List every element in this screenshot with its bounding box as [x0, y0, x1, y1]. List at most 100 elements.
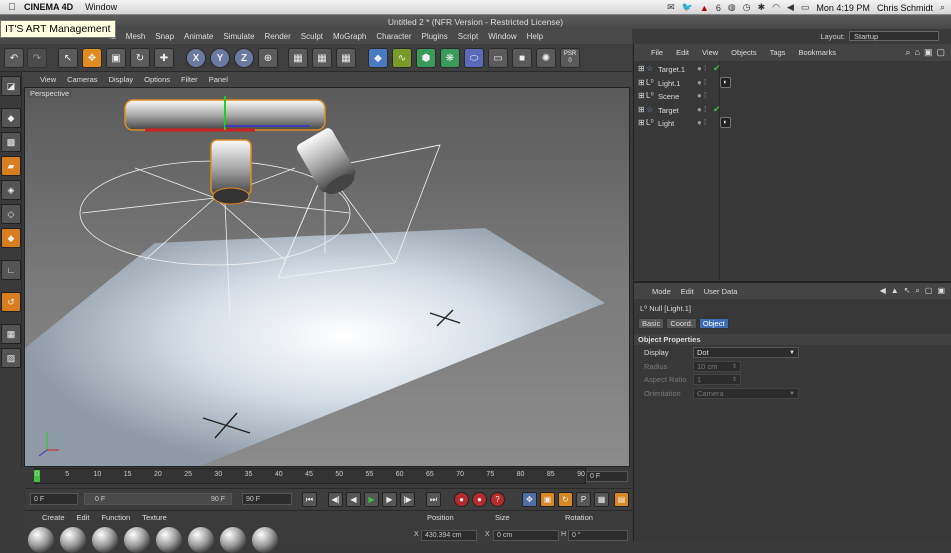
- target-tag-icon[interactable]: ◐: [720, 76, 731, 88]
- am-menu-edit[interactable]: Edit: [681, 287, 694, 296]
- start-frame-field[interactable]: 0 F: [30, 493, 78, 505]
- viewport-menu-filter[interactable]: Filter: [181, 75, 198, 84]
- menu-item-plugins[interactable]: Plugins: [421, 32, 447, 41]
- object-row[interactable]: ⊞ L⁰ Light.1 ● ⁞ ◐: [634, 76, 951, 90]
- adobe-icon[interactable]: ▲: [700, 3, 709, 13]
- timeline-icon[interactable]: ▤: [614, 492, 629, 507]
- camera-icon[interactable]: ■: [512, 48, 532, 68]
- go-to-start-icon[interactable]: ⏮: [302, 492, 317, 507]
- property-number-field[interactable]: 1 ⇕: [693, 374, 741, 385]
- viewport-menu-view[interactable]: View: [40, 75, 56, 84]
- expand-icon[interactable]: ⊞: [638, 64, 645, 73]
- visibility-dots-icon[interactable]: ● ⁞: [697, 118, 706, 127]
- menu-item-simulate[interactable]: Simulate: [223, 32, 254, 41]
- object-row[interactable]: ⊞ ☆ Target ● ⁞ ✔: [634, 104, 951, 117]
- material-menu-function[interactable]: Function: [101, 513, 130, 522]
- floor-icon[interactable]: ▭: [488, 48, 508, 68]
- menu-item-mograph[interactable]: MoGraph: [333, 32, 366, 41]
- x-position-field[interactable]: 430.394 cm: [421, 530, 477, 541]
- property-number-field[interactable]: 10 cm ⇕: [693, 360, 741, 372]
- render-view-icon[interactable]: ▦: [288, 48, 308, 68]
- spotlight-icon[interactable]: ⌕: [940, 2, 945, 13]
- viewport-menu-cameras[interactable]: Cameras: [67, 75, 97, 84]
- axis-mode-icon[interactable]: ∟: [1, 260, 21, 280]
- dropdown-arrow-icon[interactable]: ▼: [789, 348, 795, 358]
- workplane-mode-icon[interactable]: ▰: [1, 156, 21, 176]
- record-icon[interactable]: ●: [454, 492, 469, 507]
- object-name[interactable]: Target.1: [658, 65, 685, 74]
- spline-icon[interactable]: ∿: [392, 48, 412, 68]
- redo-icon[interactable]: ↷: [27, 48, 47, 68]
- app-menu[interactable]: CINEMA 4D: [24, 2, 73, 12]
- menu-item-mesh[interactable]: Mesh: [126, 32, 146, 41]
- enable-snap-icon[interactable]: ▦: [1, 324, 21, 344]
- tab-coord[interactable]: Coord.: [666, 318, 697, 329]
- material-swatch[interactable]: [60, 527, 86, 553]
- enabled-check-icon[interactable]: ✔: [713, 63, 721, 74]
- rotation-key-icon[interactable]: ↻: [558, 492, 573, 507]
- lock-icon[interactable]: ▢: [925, 286, 933, 296]
- om-menu-bookmarks[interactable]: Bookmarks: [798, 48, 836, 57]
- material-swatch[interactable]: [124, 527, 150, 553]
- menu-item-snap[interactable]: Snap: [155, 32, 174, 41]
- visibility-dots-icon[interactable]: ● ⁞: [697, 78, 706, 87]
- search-icon[interactable]: ⌕: [905, 47, 910, 58]
- menu-item-window[interactable]: Window: [488, 32, 516, 41]
- property-dropdown[interactable]: Camera ▼: [693, 387, 799, 399]
- twitter-icon[interactable]: 🐦: [682, 2, 693, 13]
- om-menu-tags[interactable]: Tags: [770, 48, 786, 57]
- material-swatch[interactable]: [220, 527, 246, 553]
- next-frame-icon[interactable]: ▶: [382, 492, 397, 507]
- lock-icon[interactable]: ▢: [936, 47, 945, 58]
- home-icon[interactable]: ⌂: [915, 47, 920, 58]
- om-menu-objects[interactable]: Objects: [731, 48, 756, 57]
- object-row[interactable]: ⊞ L⁰ Light ● ⁞ ◐: [634, 117, 951, 130]
- bluetooth-icon[interactable]: ✱: [758, 2, 766, 13]
- stepper-icon[interactable]: ⇕: [732, 362, 737, 372]
- texture-mode-icon[interactable]: ▩: [1, 132, 21, 152]
- move-icon[interactable]: ✥: [82, 48, 102, 68]
- coordinate-system-icon[interactable]: ⊕: [258, 48, 278, 68]
- render-settings-icon[interactable]: ▦: [336, 48, 356, 68]
- am-menu-userdata[interactable]: User Data: [704, 287, 738, 296]
- volume-icon[interactable]: ◀: [787, 2, 794, 13]
- light-bulb-icon[interactable]: ✺: [536, 48, 556, 68]
- live-select-icon[interactable]: ↖: [58, 48, 78, 68]
- cloner-icon[interactable]: ❋: [440, 48, 460, 68]
- material-menu-create[interactable]: Create: [42, 513, 65, 522]
- edges-mode-icon[interactable]: ◇: [1, 204, 21, 224]
- material-menu-texture[interactable]: Texture: [142, 513, 167, 522]
- visibility-dots-icon[interactable]: ● ⁞: [697, 105, 706, 114]
- viewport-menu-options[interactable]: Options: [144, 75, 170, 84]
- expand-icon[interactable]: ⊞: [638, 105, 645, 114]
- time-machine-icon[interactable]: ◷: [743, 2, 751, 13]
- viewport-menu-panel[interactable]: Panel: [209, 75, 228, 84]
- tweak-mode-icon[interactable]: ↺: [1, 292, 21, 312]
- om-menu-view[interactable]: View: [702, 48, 718, 57]
- tab-object[interactable]: Object: [698, 318, 729, 329]
- back-icon[interactable]: ◀: [880, 286, 886, 296]
- material-menu-edit[interactable]: Edit: [77, 513, 90, 522]
- expand-icon[interactable]: ⊞: [638, 118, 645, 127]
- object-name[interactable]: Scene: [658, 92, 679, 101]
- om-menu-edit[interactable]: Edit: [676, 48, 689, 57]
- current-frame-field[interactable]: 0 F: [586, 471, 628, 482]
- up-icon[interactable]: ▲: [891, 286, 899, 296]
- tab-basic[interactable]: Basic: [638, 318, 665, 329]
- y-axis-lock-button[interactable]: Y: [210, 48, 230, 68]
- autokey-icon[interactable]: ●: [472, 492, 487, 507]
- model-mode-icon[interactable]: ◆: [1, 108, 21, 128]
- viewport-menu-display[interactable]: Display: [109, 75, 134, 84]
- globe-icon[interactable]: ◍: [728, 2, 736, 13]
- workplane-icon[interactable]: ▨: [1, 348, 21, 368]
- polygons-mode-icon[interactable]: ◆: [1, 228, 21, 248]
- scale-key-icon[interactable]: ▣: [540, 492, 555, 507]
- object-name[interactable]: Target: [658, 106, 679, 115]
- object-name[interactable]: Light.1: [658, 79, 681, 88]
- rotate-icon[interactable]: ↻: [130, 48, 150, 68]
- keyframe-selection-icon[interactable]: ?: [490, 492, 505, 507]
- material-swatch[interactable]: [92, 527, 118, 553]
- position-key-icon[interactable]: ✥: [522, 492, 537, 507]
- menu-item-help[interactable]: Help: [527, 32, 543, 41]
- go-to-end-icon[interactable]: ⏭: [426, 492, 441, 507]
